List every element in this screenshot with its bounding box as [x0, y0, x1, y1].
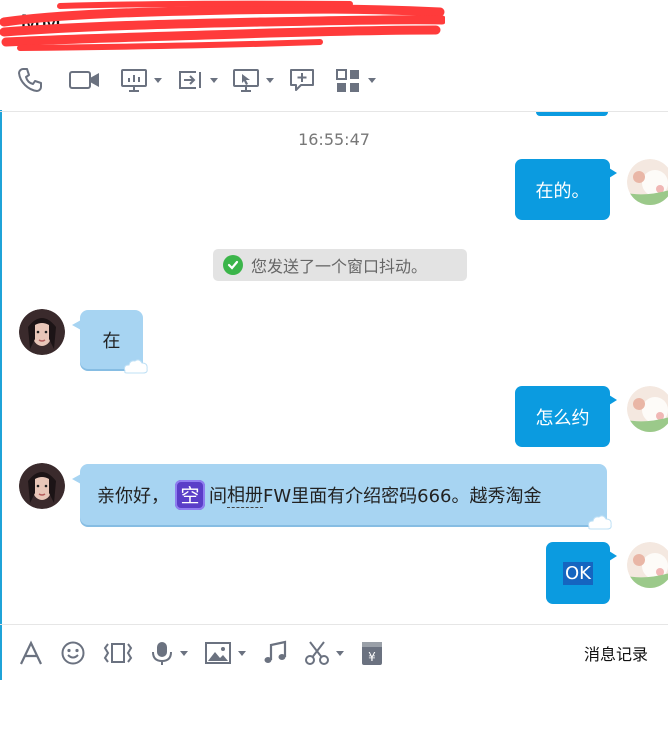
chevron-down-icon [266, 77, 274, 83]
chevron-down-icon [154, 77, 162, 83]
chevron-down-icon [238, 650, 246, 656]
outgoing-message[interactable]: 怎么约 [515, 386, 617, 447]
window-shake-button[interactable] [102, 640, 134, 666]
system-notice-text: 您发送了一个窗口抖动。 [251, 257, 428, 276]
screen-share-button[interactable] [120, 66, 162, 94]
image-icon [205, 642, 231, 664]
bubble-cloud-icon [588, 515, 612, 530]
video-call-icon [69, 71, 99, 89]
incoming-message[interactable]: 亲你好， 空 间 相册 FW里面有介绍密码666。越秀淘金 [72, 464, 612, 530]
avatar-image [627, 386, 668, 432]
message-text-mid: 间 [209, 485, 227, 507]
file-transfer-icon [179, 71, 201, 89]
redaction-scribble [0, 0, 445, 51]
font-button[interactable] [18, 640, 44, 666]
my-avatar[interactable] [627, 159, 668, 205]
message-text-suffix: FW里面有介绍密码666。越秀淘金 [263, 485, 542, 507]
my-avatar[interactable] [627, 386, 668, 432]
avatar-image [627, 159, 668, 205]
message-timestamp: 16:55:47 [298, 130, 370, 149]
chat-toolbar [16, 64, 390, 96]
message-history-label: 消息记录 [584, 645, 649, 664]
outgoing-message[interactable]: 在的。 [515, 159, 617, 220]
chevron-down-icon [368, 77, 376, 83]
video-call-button[interactable] [68, 66, 102, 94]
message-input[interactable] [0, 680, 668, 747]
bubble-cloud-icon [124, 359, 148, 374]
voice-message-button[interactable] [150, 640, 188, 666]
check-circle-icon [223, 255, 243, 275]
input-divider [0, 624, 668, 625]
remote-desktop-icon [233, 69, 259, 92]
music-note-icon [264, 640, 287, 663]
avatar-image [19, 463, 65, 509]
outgoing-message[interactable]: OK [546, 542, 617, 604]
chat-header: MM [0, 0, 668, 110]
phone-icon [18, 68, 42, 92]
message-list[interactable]: 16:55:47 在的。 您发送了一个窗口抖动。 在 怎么约 亲你好， 空 间 … [0, 112, 668, 624]
music-button[interactable] [262, 640, 288, 666]
avatar-image [19, 309, 65, 355]
my-avatar[interactable] [627, 542, 668, 588]
red-packet-button[interactable]: ¥ [360, 640, 384, 666]
svg-text:¥: ¥ [368, 650, 376, 664]
chevron-down-icon [180, 650, 188, 656]
contact-avatar[interactable] [19, 309, 65, 355]
screenshot-button[interactable] [304, 640, 344, 666]
system-notice: 您发送了一个窗口抖动。 [213, 249, 467, 281]
emoji-button[interactable] [60, 640, 86, 666]
previous-message-bubble [536, 112, 608, 116]
file-transfer-button[interactable] [176, 66, 218, 94]
more-apps-button[interactable] [334, 66, 376, 94]
microphone-icon [152, 642, 172, 665]
shake-icon [103, 643, 133, 663]
image-button[interactable] [204, 640, 246, 666]
screen-share-icon [121, 69, 147, 92]
add-app-button[interactable] [288, 66, 316, 94]
album-link[interactable]: 相册 [227, 481, 263, 508]
chevron-down-icon [210, 77, 218, 83]
message-text: 怎么约 [535, 407, 590, 429]
font-icon [20, 640, 42, 665]
message-text: 在 [102, 330, 121, 352]
add-app-icon [290, 69, 314, 91]
smiley-icon [61, 641, 85, 665]
remote-desktop-button[interactable] [232, 66, 274, 94]
input-toolbar: ¥ [18, 638, 400, 668]
message-text: OK [563, 561, 593, 585]
avatar-image [627, 542, 668, 588]
message-text: 在的。 [535, 180, 590, 202]
scissors-icon [305, 641, 329, 665]
incoming-message[interactable]: 在 [72, 310, 148, 374]
voice-call-button[interactable] [16, 66, 44, 94]
contact-avatar[interactable] [19, 463, 65, 509]
qzone-space-icon[interactable]: 空 [175, 479, 205, 510]
message-history-button[interactable]: 消息记录 [584, 641, 648, 665]
message-text-prefix: 亲你好， [97, 485, 169, 507]
red-packet-icon: ¥ [362, 642, 382, 665]
apps-grid-icon [336, 69, 359, 92]
chevron-down-icon [336, 650, 344, 656]
